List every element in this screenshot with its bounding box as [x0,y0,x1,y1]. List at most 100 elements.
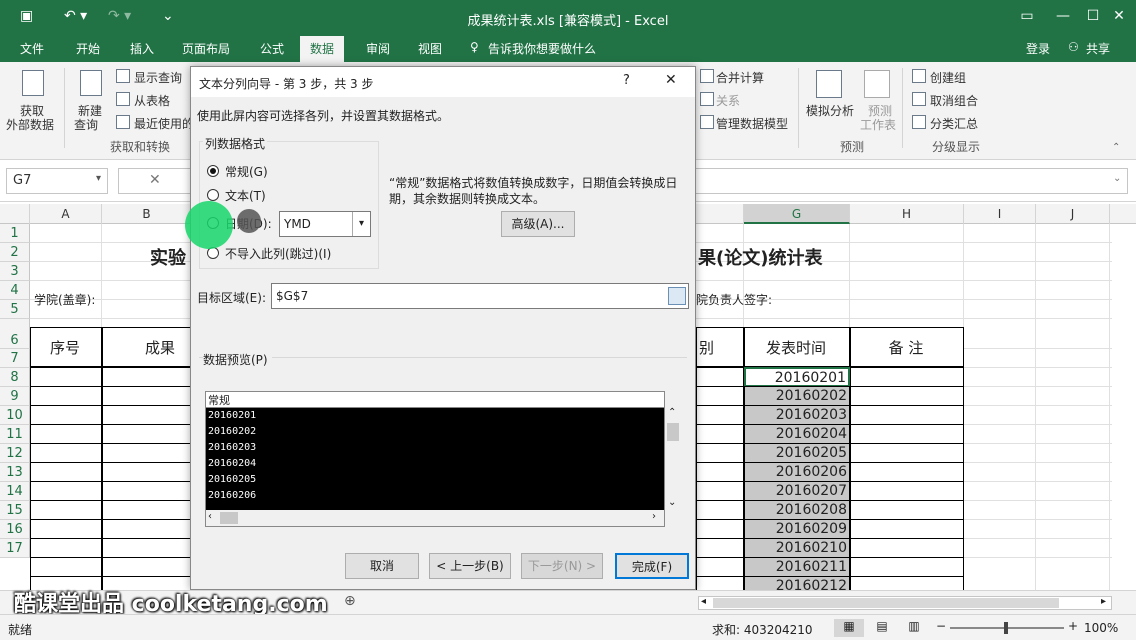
time-cell[interactable]: 20160207 [744,481,850,501]
scroll-left-icon[interactable]: ‹ [208,511,212,522]
show-query-button[interactable]: 显示查询 [134,69,182,86]
tab-view[interactable]: 视图 [418,40,442,57]
header-seq[interactable]: 序号 [30,327,102,367]
radio-text[interactable] [207,189,219,201]
table-cell[interactable] [102,386,192,406]
header-result[interactable]: 成果或 [102,327,192,397]
table-cell[interactable] [102,481,192,501]
zoom-level[interactable]: 100% [1084,621,1118,635]
table-cell[interactable] [102,519,192,539]
destination-input[interactable]: $G$7 [271,283,689,309]
table-cell[interactable] [102,557,192,577]
time-cell[interactable]: 20160202 [744,386,850,406]
collapse-dialog-icon[interactable] [668,287,686,305]
header-time[interactable]: 发表时间 [744,327,850,367]
minimize-icon[interactable]: — [1048,8,1078,24]
col-header-h[interactable]: H [850,204,964,224]
tab-page-layout[interactable]: 页面布局 [182,40,230,57]
scroll-up-icon[interactable]: ⌃ [668,407,676,418]
preview-hscroll[interactable]: ‹ › [206,510,664,526]
col-header-b[interactable]: B [102,204,192,224]
hscroll-thumb[interactable] [713,598,1059,608]
tab-home[interactable]: 开始 [76,40,100,57]
row-header[interactable]: 16 [0,520,30,539]
table-cell[interactable] [696,462,744,482]
table-cell[interactable] [696,424,744,444]
table-cell[interactable] [102,367,192,387]
share-button[interactable]: 共享 [1086,40,1110,57]
tab-review[interactable]: 审阅 [366,40,390,57]
tab-insert[interactable]: 插入 [130,40,154,57]
preview-vscroll-thumb[interactable] [667,423,679,441]
new-query-label-2[interactable]: 查询 [74,116,98,133]
table-cell[interactable] [850,557,964,577]
table-cell[interactable] [102,462,192,482]
zoom-out-icon[interactable]: − [936,619,946,633]
radio-skip-label[interactable]: 不导入此列(跳过)(I) [225,245,331,262]
from-table-button[interactable]: 从表格 [134,92,170,109]
tab-formulas[interactable]: 公式 [260,40,284,57]
row-header[interactable]: 15 [0,501,30,520]
row-header[interactable]: 17 [0,539,30,558]
radio-text-label[interactable]: 文本(T) [225,187,266,204]
expand-formula-icon[interactable]: ⌄ [1113,173,1121,184]
row-header[interactable]: 10 [0,406,30,425]
table-cell[interactable] [696,367,744,387]
table-cell[interactable] [850,367,964,387]
row-header[interactable]: 7 [0,349,30,368]
table-cell[interactable] [850,462,964,482]
time-cell[interactable]: 20160208 [744,500,850,520]
hscroll-left-icon[interactable]: ◂ [701,596,706,607]
tell-me-box[interactable]: 告诉我你想要做什么 [488,40,596,57]
zoom-slider-thumb[interactable] [1004,622,1008,634]
time-cell[interactable]: 20160210 [744,538,850,558]
row-header[interactable]: 5 [0,300,30,319]
table-cell[interactable] [102,443,192,463]
name-box-dropdown-icon[interactable]: ▾ [96,173,101,184]
ribbon-display-icon[interactable]: ▭ [1012,8,1042,24]
time-cell[interactable]: 20160206 [744,462,850,482]
normal-view-icon[interactable]: ▦ [834,619,864,637]
header-note[interactable]: 备 注 [850,327,964,367]
table-cell[interactable] [30,538,102,558]
scroll-down-icon[interactable]: ⌄ [668,497,676,508]
row-header[interactable]: 8 [0,368,30,387]
col-header-j[interactable]: J [1036,204,1110,224]
zoom-in-icon[interactable]: + [1068,619,1078,633]
row-header[interactable]: 13 [0,463,30,482]
row-header[interactable]: 3 [0,262,30,281]
manage-data-model-button[interactable]: 管理数据模型 [716,115,788,132]
table-cell[interactable] [30,367,102,387]
col-header-i[interactable]: I [964,204,1036,224]
table-cell[interactable] [696,405,744,425]
table-cell[interactable] [850,386,964,406]
create-group-button[interactable]: 创建组 [930,69,966,86]
merge-calc-button[interactable]: 合并计算 [716,69,764,86]
cancel-button[interactable]: 取消 [345,553,419,579]
page-layout-view-icon[interactable]: ▤ [870,619,894,633]
recent-sources-button[interactable]: 最近使用的 [134,115,194,132]
table-cell[interactable] [102,424,192,444]
col-header-a[interactable]: A [30,204,102,224]
tab-file[interactable]: 文件 [20,40,44,57]
table-cell[interactable] [850,538,964,558]
what-if-button[interactable]: 模拟分析 [806,102,854,119]
table-cell[interactable] [30,424,102,444]
row-header[interactable]: 6 [0,319,30,349]
time-cell[interactable]: 20160205 [744,443,850,463]
table-cell[interactable] [30,519,102,539]
header-type[interactable]: 别 [696,327,744,367]
table-cell[interactable] [850,424,964,444]
dialog-close-button[interactable]: ✕ [665,72,677,88]
col-header-f[interactable] [696,204,744,224]
preview-header[interactable]: 常规 [206,392,664,408]
chevron-down-icon[interactable]: ▾ [352,212,370,236]
subtotal-button[interactable]: 分类汇总 [930,115,978,132]
table-cell[interactable] [30,443,102,463]
table-cell[interactable] [850,443,964,463]
ungroup-button[interactable]: 取消组合 [930,92,978,109]
data-preview[interactable]: 常规 20160201 20160202 20160203 20160204 20160… [205,391,665,527]
table-cell[interactable] [30,481,102,501]
back-button[interactable]: < 上一步(B) [429,553,511,579]
table-cell[interactable] [696,481,744,501]
